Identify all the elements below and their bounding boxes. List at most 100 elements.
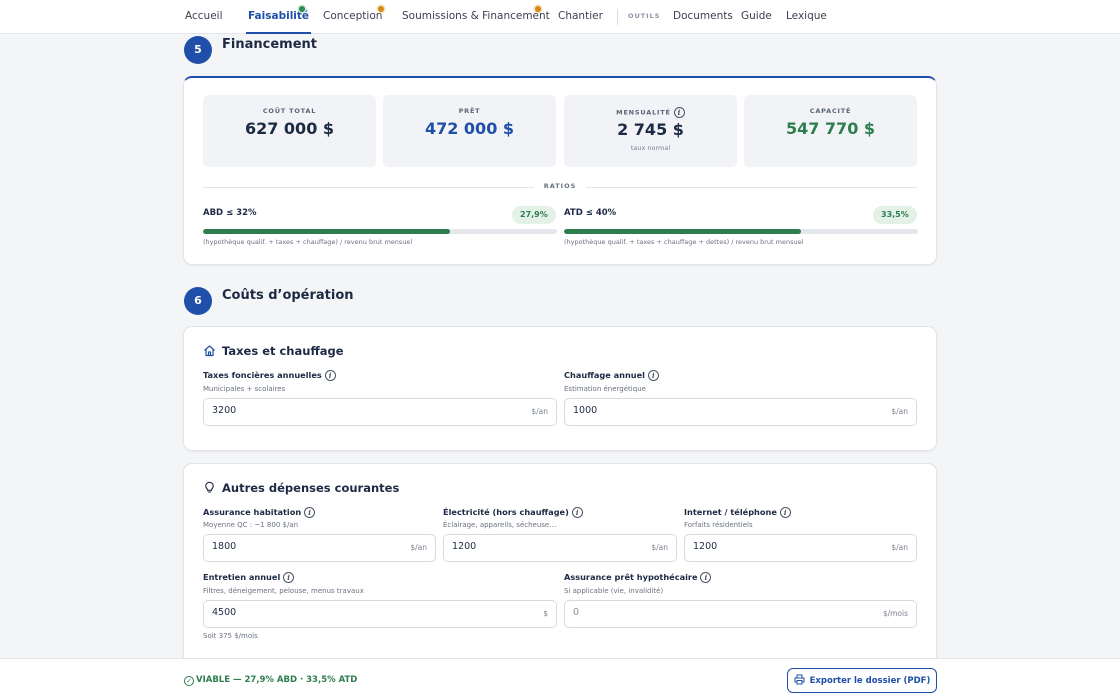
- home-insurance-field: $/an: [203, 534, 436, 562]
- property-tax-input[interactable]: [212, 405, 459, 416]
- ratios-heading: RATIOS: [534, 182, 586, 190]
- field-hint: Si applicable (vie, invalidité): [564, 587, 664, 595]
- ratio-abd-description: (hypothèque qualif. + taxes + chauffage)…: [203, 238, 413, 246]
- unit-label: $/an: [651, 543, 668, 552]
- info-icon[interactable]: i: [700, 572, 712, 583]
- nav-lexique[interactable]: Lexique: [786, 0, 827, 34]
- field-hint: Estimation énergétique: [564, 385, 646, 393]
- ratio-atd-label: ATD ≤ 40%: [564, 208, 617, 218]
- electricity-input[interactable]: [452, 541, 615, 552]
- field-label: Entretien annuel i: [203, 572, 295, 583]
- top-navigation: Accueil Faisabilité Conception Soumissio…: [0, 0, 1120, 34]
- ratio-abd-badge: 27,9%: [512, 206, 556, 224]
- stat-sub: taux normal: [630, 144, 671, 152]
- heating-field: $/an: [564, 398, 917, 426]
- nav-soumissions-financement[interactable]: Soumissions & Financement: [402, 0, 550, 34]
- field-label: Chauffage annuel i: [564, 370, 659, 381]
- field-label-text: Internet / téléphone: [684, 507, 777, 517]
- stat-value: 547 770 $: [785, 119, 876, 138]
- card-title-text: Taxes et chauffage: [222, 344, 344, 358]
- mortgage-insurance-input[interactable]: [573, 607, 819, 618]
- stat-total-cost: COÛT TOTAL 627 000 $: [203, 95, 376, 167]
- field-label: Assurance prêt hypothécaire i: [564, 572, 712, 583]
- taxes-heating-card: Taxes et chauffage Taxes foncières annue…: [183, 326, 937, 451]
- check-circle-icon: ✓: [184, 676, 194, 686]
- unit-label: $/an: [531, 407, 548, 416]
- field-hint: Éclairage, appareils, sécheuse…: [443, 521, 557, 529]
- ratio-abd-bar: [203, 229, 557, 234]
- internet-phone-input[interactable]: [693, 541, 855, 552]
- nav-group-label: OUTILS: [628, 12, 661, 20]
- maintenance-field: $: [203, 600, 557, 628]
- status-pending-icon: [378, 6, 384, 12]
- nav-accueil[interactable]: Accueil: [185, 0, 223, 34]
- ratio-atd-bar: [564, 229, 918, 234]
- stat-label: PRÊT: [458, 107, 481, 115]
- info-icon[interactable]: i: [304, 507, 316, 518]
- section-title: Coûts d’opération: [222, 288, 354, 303]
- unit-label: $/an: [891, 543, 908, 552]
- card-title: Autres dépenses courantes: [203, 481, 399, 497]
- info-icon[interactable]: i: [571, 507, 583, 518]
- status-pending-icon: [535, 6, 541, 12]
- field-label-text: Chauffage annuel: [564, 370, 645, 380]
- info-icon[interactable]: i: [283, 572, 295, 583]
- info-icon[interactable]: i: [647, 370, 659, 381]
- field-hint: Filtres, déneigement, pelouse, menus tra…: [203, 587, 364, 595]
- financing-card: COÛT TOTAL 627 000 $ PRÊT 472 000 $ MENS…: [183, 76, 937, 265]
- home-insurance-input[interactable]: [212, 541, 374, 552]
- stat-label-row: MENSUALITÉ i: [564, 107, 737, 118]
- stat-monthly-payment: MENSUALITÉ i 2 745 $ taux normal: [564, 95, 737, 167]
- ratio-atd-bar-fill: [564, 229, 801, 234]
- unit-label: $/an: [410, 543, 427, 552]
- field-hint: Forfaits résidentiels: [684, 521, 753, 529]
- field-hint: Moyenne QC : ~1 800 $/an: [203, 521, 299, 529]
- stat-capacity: CAPACITÉ 547 770 $: [744, 95, 917, 167]
- card-title-text: Autres dépenses courantes: [222, 481, 400, 495]
- stat-value: 2 745 $: [617, 120, 684, 139]
- stat-loan: PRÊT 472 000 $: [383, 95, 556, 167]
- unit-label: $/an: [891, 407, 908, 416]
- info-icon[interactable]: i: [779, 507, 791, 518]
- mortgage-insurance-field: $/mois: [564, 600, 917, 628]
- field-label-text: Taxes foncières annuelles: [203, 370, 322, 380]
- stat-label: COÛT TOTAL: [262, 107, 317, 115]
- bottom-status-bar: ✓ VIABLE — 27,9% ABD · 33,5% ATD Exporter…: [0, 658, 1120, 700]
- viability-status: ✓ VIABLE — 27,9% ABD · 33,5% ATD: [184, 675, 357, 686]
- ratio-atd-description: (hypothèque qualif. + taxes + chauffage …: [564, 238, 804, 246]
- nav-documents[interactable]: Documents: [673, 0, 733, 34]
- card-title: Taxes et chauffage: [203, 344, 344, 360]
- maintenance-input[interactable]: [212, 607, 459, 618]
- nav-faisabilite-label: Faisabilité: [248, 10, 310, 22]
- field-label: Électricité (hors chauffage) i: [443, 507, 583, 518]
- ratio-abd-bar-fill: [203, 229, 450, 234]
- stat-value: 472 000 $: [424, 119, 515, 138]
- export-pdf-button[interactable]: Exporter le dossier (PDF): [787, 668, 937, 693]
- heating-input[interactable]: [573, 405, 819, 416]
- nav-chantier[interactable]: Chantier: [558, 0, 603, 34]
- electricity-field: $/an: [443, 534, 677, 562]
- section-title: Financement: [222, 37, 317, 52]
- field-label: Internet / téléphone i: [684, 507, 791, 518]
- internet-phone-field: $/an: [684, 534, 917, 562]
- stat-value: 627 000 $: [244, 119, 335, 138]
- step-number-badge: 5: [184, 36, 212, 64]
- status-complete-icon: [299, 6, 305, 12]
- field-label: Assurance habitation i: [203, 507, 316, 518]
- viability-status-text: VIABLE — 27,9% ABD · 33,5% ATD: [196, 675, 358, 685]
- nav-guide[interactable]: Guide: [741, 0, 772, 34]
- field-label: Taxes foncières annuelles i: [203, 370, 336, 381]
- property-tax-field: $/an: [203, 398, 557, 426]
- unit-label: $/mois: [882, 609, 908, 618]
- home-icon: [203, 344, 216, 360]
- nav-conception[interactable]: Conception: [323, 0, 382, 34]
- info-icon[interactable]: i: [324, 370, 336, 381]
- field-label-text: Entretien annuel: [203, 572, 281, 582]
- stat-label: CAPACITÉ: [809, 107, 852, 115]
- printer-icon: [794, 674, 805, 688]
- stat-label: MENSUALITÉ: [616, 108, 671, 117]
- info-icon[interactable]: i: [673, 107, 685, 118]
- field-label-text: Électricité (hors chauffage): [443, 507, 569, 517]
- step-number-badge: 6: [184, 287, 212, 315]
- export-button-label: Exporter le dossier (PDF): [809, 675, 931, 686]
